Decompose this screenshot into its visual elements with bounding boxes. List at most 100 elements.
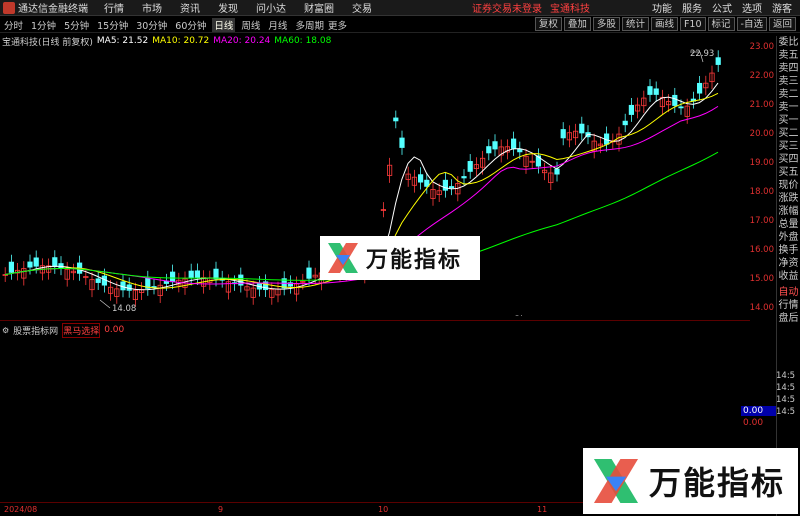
menu-service[interactable]: 服务 [682,0,702,15]
period-tab[interactable]: 月线 [266,18,289,32]
candle-body [579,123,585,134]
period-tab[interactable]: 多周期 [293,18,326,32]
tick-time: 14:5 [776,371,796,381]
low-price-label: 14.08 [112,304,136,314]
toolbar-button[interactable]: 复权 [534,17,562,31]
candle-body [393,117,399,122]
candle-body [554,168,560,175]
period-tab[interactable]: 30分钟 [134,18,169,32]
price-axis: 23.00 22.00 21.00 20.00 19.00 18.00 17.0… [750,36,776,326]
menu-formula[interactable]: 公式 [712,0,732,15]
candle-body [461,176,467,179]
quote-field-label: 收益 [778,271,799,282]
menu-options[interactable]: 选项 [742,0,762,15]
panel-tab[interactable]: 盘后 [777,312,800,325]
ma20-label: MA20: 20.24 [213,36,271,46]
watermark-logo-icon [328,243,358,273]
settings-icon[interactable]: ⚙ [2,326,9,335]
period-tab[interactable]: 5分钟 [62,18,91,32]
current-stock-name: 宝通科技 [550,4,590,15]
menu-item-trade[interactable]: 交易 [352,0,372,15]
panel-tab[interactable]: 自动 [777,286,800,299]
menu-item-quotes[interactable]: 行情 [104,0,124,15]
candle-body [678,106,684,109]
candle-body [399,137,405,148]
menu-guest[interactable]: 游客 [772,0,792,15]
watermark-logo-icon [593,458,639,504]
menu-function[interactable]: 功能 [652,0,672,15]
date-tick: 10 [378,505,389,514]
toolbar-button[interactable]: 叠加 [563,17,591,31]
quote-field-label: 卖五 [778,50,799,61]
ma5-label: MA5: 21.52 [96,36,149,46]
price-tick: 17.00 [749,216,774,226]
price-tick: 19.00 [749,158,774,168]
login-notice[interactable]: 证券交易未登录 [472,0,542,15]
indicator-axis-value: 0.00 [741,406,776,416]
menu-item-market[interactable]: 市场 [142,0,162,15]
ma60-label: MA60: 18.08 [274,36,332,46]
toolbar-button[interactable]: 标记 [707,17,735,31]
quote-field-label: 买五 [778,167,799,178]
period-tab[interactable]: 分时 [2,18,25,32]
candle-body [510,138,517,149]
candle-body [486,146,492,154]
stock-period-label: 宝通科技(日线 前复权) [2,37,93,48]
toolbar-button[interactable]: 多股 [592,17,620,31]
panel-tab[interactable]: 行情 [777,299,800,312]
price-tick: 22.00 [749,71,774,81]
period-tab-daily[interactable]: 日线 [212,17,236,32]
menu-item-news[interactable]: 资讯 [180,0,200,15]
menu-bar: 通达信金融终端 行情 市场 资讯 发现 问小达 财富圈 交易 证券交易未登录 宝… [0,0,800,16]
indicator-name[interactable]: 黑马选择 [62,322,101,338]
candle-body [672,94,678,106]
quote-field-label: 买四 [778,154,799,165]
date-tick: 11 [537,505,548,514]
candle-body [194,270,200,278]
toolbar-button[interactable]: 画线 [650,17,678,31]
menu-item-discover[interactable]: 发现 [218,0,238,15]
candle-body [33,257,39,267]
toolbar-button[interactable]: 统计 [621,17,649,31]
quote-field-label: 涨跌 [778,193,799,204]
finance-marker[interactable]: 财 [515,314,523,316]
price-tick: 14.00 [749,303,774,313]
period-tab[interactable]: 周线 [239,18,262,32]
menu-item-wealth[interactable]: 财富圈 [304,0,334,15]
candle-body [697,82,703,94]
candle-body [448,186,455,189]
toolbar-button[interactable]: F10 [679,17,706,31]
indicator-axis: 0.00 0.00 [741,406,776,430]
period-tab[interactable]: 60分钟 [173,18,208,32]
toolbar-button[interactable]: 返回 [768,17,796,31]
quote-field-label: 买三 [778,141,799,152]
quote-field-label: 买二 [778,128,799,139]
more-periods-button[interactable]: 更多 [328,18,347,32]
toolbar-button[interactable]: -自选 [736,17,767,31]
tick-time: 14:5 [776,383,796,393]
tick-time: 14:5 [776,407,796,417]
period-tab[interactable]: 15分钟 [95,18,130,32]
price-tick: 16.00 [749,245,774,255]
candle-body [628,104,635,115]
menu-item-ask[interactable]: 问小达 [256,0,286,15]
watermark-corner: 万能指标 [583,448,798,514]
candle-body [188,270,194,279]
candle-body [417,174,424,183]
quote-field-label: 现价 [778,180,799,191]
candle-body [560,129,566,139]
candle-body [27,261,33,268]
candle-body [8,261,14,273]
price-tick: 15.00 [749,274,774,284]
quote-field-label: 净资 [778,258,799,269]
period-tab[interactable]: 1分钟 [29,18,58,32]
quote-field-label: 卖三 [778,76,799,87]
quote-side-panel: 委比 卖五 卖四 卖三 卖二 卖一 买一 买二 买三 买四 买五 现价 涨跌 涨幅 总量 外盘 换手 净资 收益 自… [776,36,800,516]
candle-body [52,257,58,267]
candle-body [306,267,312,279]
price-tick: 23.00 [749,42,774,52]
price-tick: 21.00 [749,100,774,110]
price-tick: 20.00 [749,129,774,139]
candle-body [622,120,628,126]
candle-body [467,161,473,172]
